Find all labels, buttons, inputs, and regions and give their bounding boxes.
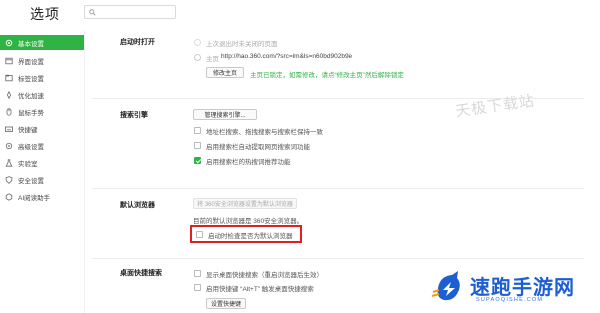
option-search-consistent: 地址栏搜索、拖拽搜索与搜索栏保持一致: [206, 129, 323, 136]
sidebar-item-interface[interactable]: 界面设置: [0, 53, 84, 68]
section-divider: [92, 188, 584, 189]
shield-icon: [5, 175, 13, 184]
option-last-session: 上次退出时未关闭的页面: [206, 41, 278, 48]
default-browser-label: 默认浏览器: [120, 202, 155, 209]
checkbox-auto-extract[interactable]: [194, 142, 201, 149]
section-divider: [92, 258, 584, 259]
highlight-box: [190, 225, 302, 243]
rocket-icon: [5, 90, 13, 99]
keyboard-icon: [5, 125, 13, 133]
current-default-browser-text: 目前的默认浏览器是 360安全浏览器。: [193, 218, 304, 225]
option-alt-t: 启用快捷键 “Alt+T” 触发桌面快捷搜索: [206, 286, 314, 293]
advanced-settings-icon: [5, 142, 13, 150]
sidebar-item-label: 安全设置: [18, 177, 44, 185]
search-box[interactable]: [84, 5, 176, 19]
radio-home-page[interactable]: [194, 54, 201, 61]
manage-search-engines-button[interactable]: 管理搜索引擎...: [193, 109, 257, 120]
home-locked-note: 主页已锁定，如需修改，请点“修改主页”然后解除锁定: [250, 72, 404, 79]
option-hot-words: 启用搜索栏的热搜词推荐功能: [206, 159, 291, 166]
brand-watermark: 速跑手游网 SUPAOQISHE.COM: [430, 268, 600, 308]
brand-subtitle: SUPAOQISHE.COM: [476, 297, 544, 303]
sidebar-item-label: AI阅读助手: [18, 194, 51, 202]
mouse-icon: [5, 107, 13, 116]
sidebar-item-optimize[interactable]: 优化加速: [0, 87, 84, 102]
sidebar-item-label: 快捷键: [18, 126, 38, 134]
checkbox-hot-words[interactable]: [194, 157, 201, 164]
search-input[interactable]: [99, 7, 173, 17]
page-title: 选项: [30, 6, 60, 22]
gear-icon: [5, 39, 13, 47]
desktop-shortcut-label: 桌面快捷搜索: [120, 270, 162, 277]
radio-last-session[interactable]: [194, 39, 201, 46]
sidebar-item-label: 鼠标手势: [18, 109, 44, 117]
set-shortcut-button[interactable]: 设置快捷键: [206, 298, 246, 309]
search-engine-label: 搜索引擎: [120, 112, 148, 119]
modify-home-button[interactable]: 修改主页: [206, 67, 244, 78]
sidebar-item-security[interactable]: 安全设置: [0, 172, 84, 187]
sidebar-item-basic[interactable]: 基本设置: [0, 35, 84, 50]
sidebar-divider: [84, 30, 85, 313]
sidebar: 基本设置 界面设置 标签设置 优化加速 鼠标手势 快捷键 高级设置 实验室 安全…: [0, 30, 84, 313]
option-home-label: 主页: [206, 56, 219, 63]
checkbox-desktop-search[interactable]: [194, 270, 201, 277]
sidebar-item-label: 高级设置: [18, 143, 44, 151]
flask-icon: [5, 158, 13, 167]
sidebar-item-label: 标签设置: [18, 75, 44, 83]
sidebar-item-label: 基本设置: [18, 40, 44, 48]
startup-label: 启动时打开: [120, 39, 155, 46]
option-auto-extract: 启用搜索栏自动提取网页搜索词功能: [206, 144, 310, 151]
brand-logo-icon: [431, 271, 460, 301]
checkbox-alt-t[interactable]: [194, 284, 201, 291]
search-icon: [89, 9, 96, 16]
sidebar-item-tabs[interactable]: 标签设置: [0, 70, 84, 85]
option-desktop-search: 显示桌面快捷搜索（重启浏览器后生效）: [206, 272, 323, 279]
sidebar-item-shortcuts[interactable]: 快捷键: [0, 121, 84, 136]
sidebar-item-mouse[interactable]: 鼠标手势: [0, 104, 84, 119]
watermark-text: 天极下载站: [454, 92, 536, 121]
set-default-browser-button[interactable]: 将 360安全浏览器设置为默认浏览器: [193, 198, 297, 209]
sidebar-item-lab[interactable]: 实验室: [0, 155, 84, 170]
sidebar-item-advanced[interactable]: 高级设置: [0, 138, 84, 153]
sidebar-item-label: 界面设置: [18, 58, 44, 66]
tag-icon: [5, 74, 13, 82]
sidebar-item-label: 实验室: [18, 160, 38, 168]
sidebar-item-ai[interactable]: AI阅读助手: [0, 189, 84, 204]
window-icon: [5, 57, 13, 65]
sidebar-item-label: 优化加速: [18, 92, 44, 100]
checkbox-search-consistent[interactable]: [194, 127, 201, 134]
ai-icon: [5, 192, 13, 201]
home-url: http://hao.360.com/?src=lm&ls=n60bd902b9…: [221, 53, 353, 60]
header: 选项: [0, 0, 600, 30]
brand-name: 速跑手游网: [470, 277, 575, 299]
